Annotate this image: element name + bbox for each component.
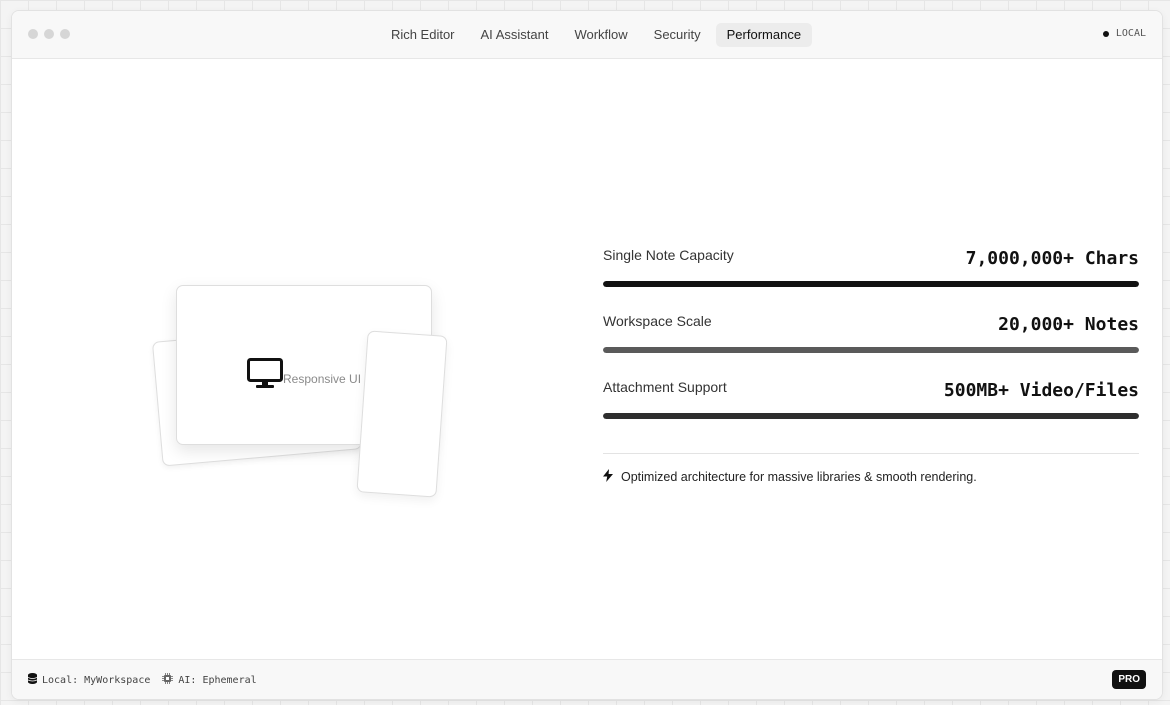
plan-badge: PRO — [1112, 670, 1146, 689]
lightning-icon — [603, 469, 613, 485]
note-text: Optimized architecture for massive libra… — [621, 470, 977, 484]
ai-status[interactable]: AI: Ephemeral — [162, 673, 257, 687]
database-icon — [27, 673, 38, 687]
divider — [603, 453, 1139, 454]
performance-note: Optimized architecture for massive libra… — [603, 469, 977, 485]
monitor-icon — [247, 358, 283, 390]
metric-row: Single Note Capacity 7,000,000+ Chars — [603, 245, 1139, 311]
app-window: Rich Editor AI Assistant Workflow Securi… — [11, 10, 1163, 700]
tab-workflow[interactable]: Workflow — [563, 23, 638, 47]
device-illustration: Responsive UI — [151, 273, 452, 503]
metric-bar-fill — [603, 413, 1139, 419]
metric-bar — [603, 347, 1139, 353]
illustration-label: Responsive UI — [283, 372, 362, 386]
tab-rich-editor[interactable]: Rich Editor — [380, 23, 466, 47]
tab-performance[interactable]: Performance — [715, 23, 813, 47]
metric-bar-fill — [603, 281, 1139, 287]
metric-label: Attachment Support — [603, 379, 727, 395]
storage-status[interactable]: Local: MyWorkspace — [27, 673, 151, 687]
tab-security[interactable]: Security — [643, 23, 712, 47]
phone-card — [356, 330, 448, 498]
status-bar: Local: MyWorkspace AI: Ephemeral PRO — [12, 659, 1162, 699]
metric-row: Attachment Support 500MB+ Video/Files — [603, 377, 1139, 443]
metric-bar-fill — [603, 347, 1139, 353]
metric-value: 20,000+ Notes — [998, 314, 1139, 335]
metric-label: Workspace Scale — [603, 313, 712, 329]
metric-row: Workspace Scale 20,000+ Notes — [603, 311, 1139, 377]
feature-tabs: Rich Editor AI Assistant Workflow Securi… — [12, 23, 1162, 47]
ai-label: AI: Ephemeral — [178, 674, 257, 686]
mode-badge: LOCAL — [1102, 28, 1146, 39]
mode-badge-label: LOCAL — [1115, 28, 1146, 39]
metric-label: Single Note Capacity — [603, 247, 734, 263]
metric-value: 500MB+ Video/Files — [943, 380, 1139, 401]
performance-metrics: Single Note Capacity 7,000,000+ Chars Wo… — [603, 245, 1139, 443]
metric-bar — [603, 281, 1139, 287]
metric-value: 7,000,000+ Chars — [965, 248, 1139, 269]
storage-label: Local: MyWorkspace — [42, 674, 151, 686]
title-bar: Rich Editor AI Assistant Workflow Securi… — [12, 11, 1162, 59]
tab-ai-assistant[interactable]: AI Assistant — [470, 23, 560, 47]
chip-icon — [162, 673, 174, 687]
status-dot-icon — [1102, 30, 1109, 37]
metric-bar — [603, 413, 1139, 419]
